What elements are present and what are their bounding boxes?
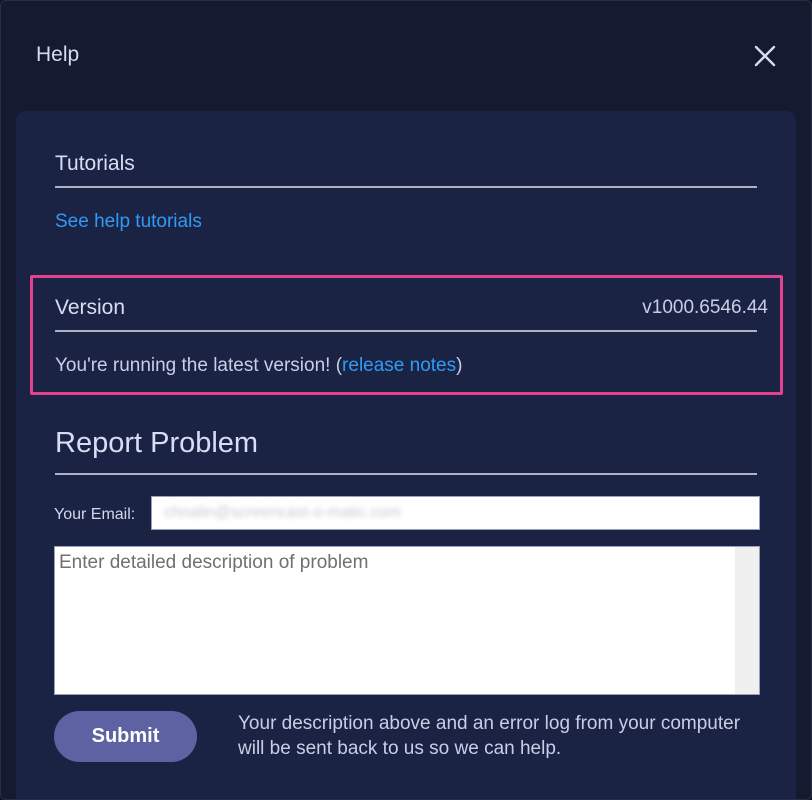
tutorials-divider bbox=[55, 186, 757, 188]
submit-button[interactable]: Submit bbox=[54, 711, 197, 762]
email-label: Your Email: bbox=[54, 506, 136, 523]
version-number: v1000.6546.44 bbox=[642, 297, 768, 318]
description-scrollbar[interactable] bbox=[735, 547, 759, 694]
version-status: You're running the latest version! (rele… bbox=[55, 355, 462, 377]
version-highlight-box bbox=[30, 275, 783, 395]
help-panel: Tutorials See help tutorials Version v10… bbox=[16, 111, 796, 799]
dialog-title: Help bbox=[36, 43, 80, 66]
description-textarea[interactable] bbox=[55, 547, 735, 694]
submit-note: Your description above and an error log … bbox=[238, 713, 741, 759]
email-input[interactable]: chnalin@screencast-o-matic.com bbox=[151, 496, 760, 530]
description-box bbox=[54, 546, 760, 695]
release-notes-link[interactable]: release notes bbox=[342, 355, 456, 376]
close-icon bbox=[754, 45, 776, 67]
tutorials-heading: Tutorials bbox=[55, 152, 135, 175]
help-dialog: Help Tutorials See help tutorials Versio… bbox=[0, 0, 812, 800]
version-status-suffix: ) bbox=[456, 355, 463, 376]
version-status-prefix: You're running the latest version! ( bbox=[55, 355, 343, 376]
email-value: chnalin@screencast-o-matic.com bbox=[164, 504, 401, 521]
report-problem-heading: Report Problem bbox=[55, 427, 259, 459]
close-button[interactable] bbox=[750, 41, 780, 71]
version-heading: Version bbox=[55, 296, 126, 319]
report-divider bbox=[55, 473, 757, 475]
version-divider bbox=[55, 330, 757, 332]
help-tutorials-link[interactable]: See help tutorials bbox=[55, 211, 202, 233]
